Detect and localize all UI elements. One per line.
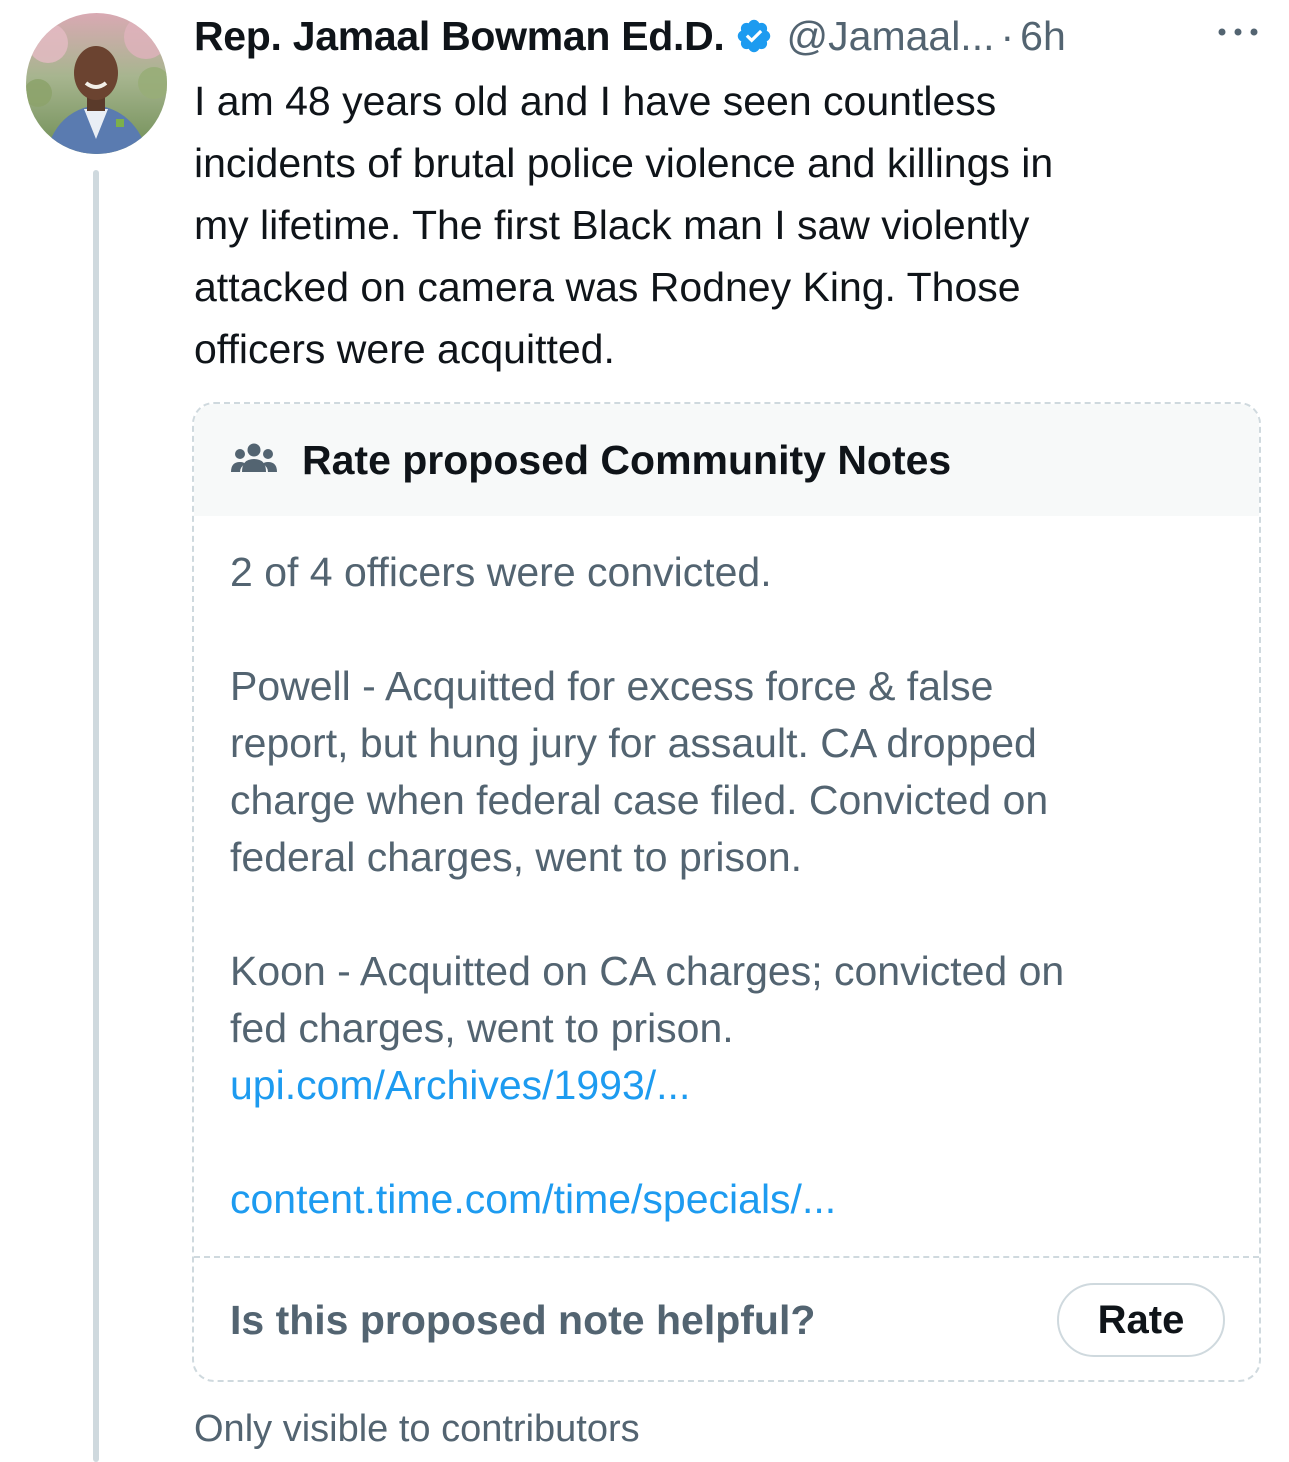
community-note-title: Rate proposed Community Notes bbox=[302, 436, 952, 483]
source-link-time[interactable]: content.time.com/time/specials/... bbox=[230, 1171, 1240, 1228]
verified-badge-icon[interactable] bbox=[735, 17, 773, 55]
more-horizontal-icon[interactable] bbox=[1213, 22, 1263, 42]
note-line-powell: Powell - Acquitted for excess force & fa… bbox=[230, 663, 994, 709]
helpful-question: Is this proposed note helpful? bbox=[230, 1297, 816, 1343]
display-name[interactable]: Rep. Jamaal Bowman Ed.D. bbox=[194, 13, 725, 60]
note-line-koon: Koon - Acquitted on CA charges; convicte… bbox=[230, 948, 1065, 994]
tweet-text: I am 48 years old and I have seen countl… bbox=[194, 70, 1254, 380]
tweet-text-line: officers were acquitted. bbox=[194, 326, 615, 372]
rate-button[interactable]: Rate bbox=[1057, 1283, 1225, 1357]
community-note-body: 2 of 4 officers were convicted. Powell -… bbox=[230, 544, 1240, 1228]
tweet-timestamp[interactable]: 6h bbox=[1020, 13, 1066, 60]
tweet-text-line: incidents of brutal police violence and … bbox=[194, 140, 1054, 186]
user-avatar[interactable] bbox=[26, 13, 167, 154]
visibility-note: Only visible to contributors bbox=[194, 1408, 640, 1450]
note-line-powell: report, but hung jury for assault. CA dr… bbox=[230, 720, 1037, 766]
note-divider bbox=[194, 1256, 1259, 1258]
community-people-icon bbox=[230, 440, 278, 480]
user-handle[interactable]: @Jamaal... bbox=[787, 13, 995, 60]
note-line-powell: federal charges, went to prison. bbox=[230, 834, 803, 880]
tweet-text-line: my lifetime. The first Black man I saw v… bbox=[194, 202, 1030, 248]
community-note-header[interactable]: Rate proposed Community Notes bbox=[194, 404, 1259, 516]
separator-dot: · bbox=[1000, 12, 1015, 59]
note-line-powell: charge when federal case filed. Convicte… bbox=[230, 777, 1049, 823]
tweet-text-line: attacked on camera was Rodney King. Thos… bbox=[194, 264, 1021, 310]
thread-connector-line bbox=[93, 170, 99, 1462]
note-summary: 2 of 4 officers were convicted. bbox=[230, 549, 772, 595]
note-line-koon: fed charges, went to prison. bbox=[230, 1005, 734, 1051]
source-link-upi[interactable]: upi.com/Archives/1993/... bbox=[230, 1057, 1240, 1114]
tweet-text-line: I am 48 years old and I have seen countl… bbox=[194, 78, 997, 124]
tweet-header: Rep. Jamaal Bowman Ed.D. @Jamaal... · 6h bbox=[194, 10, 1274, 62]
community-note-card: Rate proposed Community Notes 2 of 4 off… bbox=[192, 402, 1261, 1382]
